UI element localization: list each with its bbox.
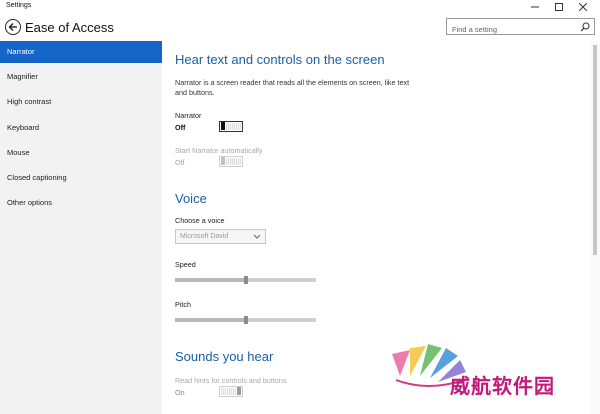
header: Ease of Access (0, 14, 600, 41)
watermark: 威航软件园 (388, 336, 598, 414)
sidebar-item-closed-captioning[interactable]: Closed captioning (0, 167, 162, 189)
page-title: Ease of Access (25, 20, 114, 35)
slider-fill (175, 318, 246, 322)
maximize-button[interactable] (548, 0, 570, 14)
narrator-label: Narrator (175, 111, 202, 120)
close-button[interactable] (572, 0, 594, 14)
choose-voice-label: Choose a voice (175, 216, 225, 225)
scrollbar-thumb[interactable] (593, 45, 597, 255)
narrator-toggle[interactable] (219, 121, 243, 132)
voice-dropdown[interactable]: Microsoft David (175, 229, 266, 244)
back-arrow-icon (8, 23, 17, 31)
auto-start-label: Start Narrator automatically (175, 146, 263, 155)
auto-start-toggle[interactable] (219, 156, 243, 167)
close-icon (579, 3, 587, 11)
search-input[interactable] (447, 22, 575, 37)
minimize-button[interactable] (524, 0, 546, 14)
toggle-fill (226, 123, 241, 130)
minimize-icon (531, 6, 539, 8)
read-hints-toggle[interactable] (219, 386, 243, 397)
toggle-fill (226, 158, 241, 165)
toggle-knob (221, 122, 225, 130)
sidebar-item-keyboard[interactable]: Keyboard (0, 117, 162, 139)
sidebar-item-label: Narrator (7, 47, 35, 56)
sidebar-item-narrator[interactable]: Narrator (0, 41, 162, 63)
slider-thumb[interactable] (243, 276, 248, 284)
sidebar-item-mouse[interactable]: Mouse (0, 142, 162, 164)
auto-start-state: Off (175, 158, 185, 167)
narrator-state: Off (175, 123, 186, 132)
toggle-knob (237, 387, 241, 395)
title-bar: Settings (0, 0, 600, 14)
search-box[interactable] (446, 18, 595, 37)
sidebar-item-label: Mouse (7, 148, 30, 157)
speed-label: Speed (175, 260, 196, 269)
sidebar-item-label: Other options (7, 198, 53, 207)
chevron-down-icon (253, 234, 261, 239)
sidebar-item-label: Magnifier (7, 72, 38, 81)
toggle-knob (221, 157, 225, 165)
slider-fill (175, 278, 246, 282)
toggle-fill (221, 388, 236, 395)
maximize-icon (555, 3, 563, 11)
section-title-sounds: Sounds you hear (175, 349, 274, 364)
sidebar: Narrator Magnifier High contrast Keyboar… (0, 41, 162, 414)
sidebar-item-high-contrast[interactable]: High contrast (0, 91, 162, 113)
narrator-description: Narrator is a screen reader that reads a… (175, 78, 410, 97)
sidebar-item-label: Keyboard (7, 123, 40, 132)
section-title-hear: Hear text and controls on the screen (175, 52, 385, 67)
sidebar-item-other-options[interactable]: Other options (0, 192, 162, 214)
sidebar-item-magnifier[interactable]: Magnifier (0, 66, 162, 88)
read-hints-state: On (175, 388, 185, 397)
back-button[interactable] (5, 19, 21, 35)
pitch-label: Pitch (175, 300, 191, 309)
read-hints-label: Read hints for controls and buttons (175, 376, 287, 385)
section-title-voice: Voice (175, 191, 207, 206)
speed-slider[interactable] (175, 276, 316, 284)
voice-dropdown-value: Microsoft David (180, 233, 229, 240)
slider-thumb[interactable] (243, 316, 248, 324)
sidebar-item-label: Closed captioning (7, 173, 67, 182)
pitch-slider[interactable] (175, 316, 316, 324)
window-title: Settings (6, 2, 32, 9)
watermark-text: 威航软件园 (450, 374, 555, 398)
search-icon[interactable] (580, 22, 590, 32)
sidebar-item-label: High contrast (7, 97, 52, 106)
